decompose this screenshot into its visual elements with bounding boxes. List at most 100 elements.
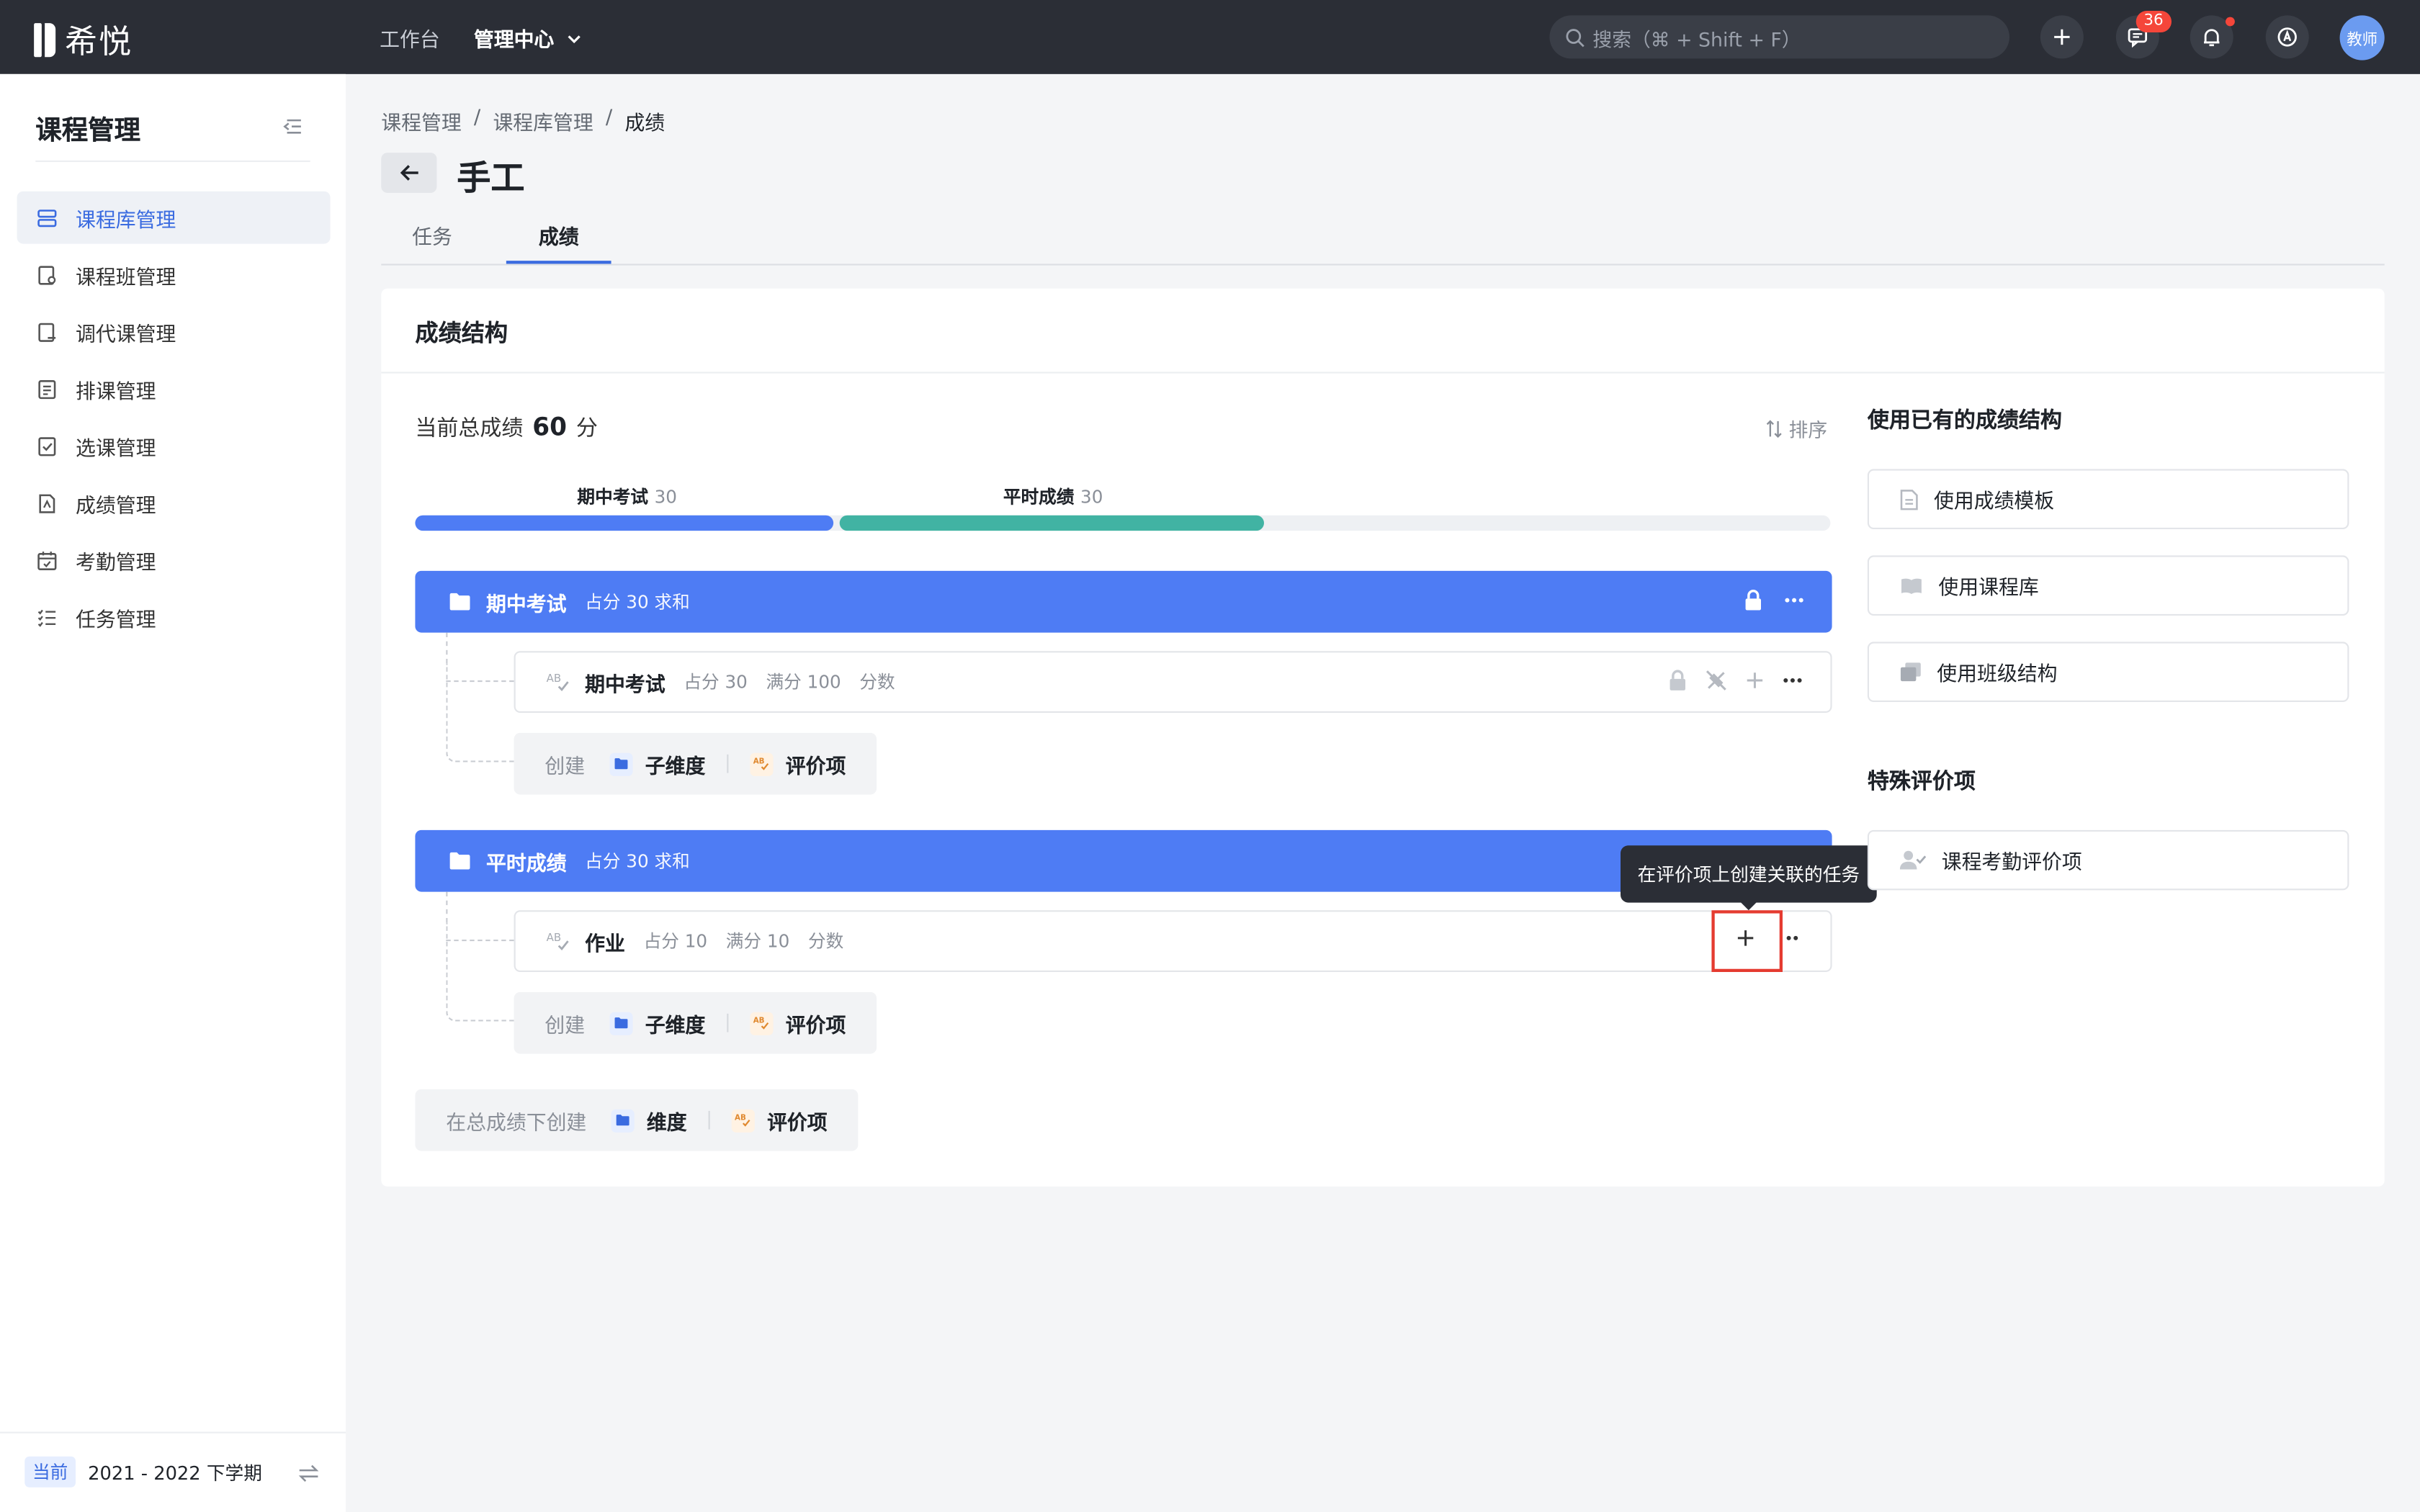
apps-button[interactable] bbox=[2265, 15, 2309, 59]
sidebar-item-grades[interactable]: 成绩管理 bbox=[17, 477, 331, 529]
lock-icon[interactable] bbox=[1744, 590, 1762, 611]
tab-tasks[interactable]: 任务 bbox=[412, 220, 452, 250]
eval-item-weight: 占分 30 bbox=[684, 671, 748, 693]
eval-item-row-homework[interactable]: AB 作业 占分 10 满分 10 分数 bbox=[514, 910, 1832, 972]
sidebar-divider bbox=[35, 160, 310, 162]
create-sub-dimension-button[interactable]: 子维度 bbox=[609, 1008, 705, 1038]
eval-item-name: 作业 bbox=[585, 932, 625, 956]
use-course-library-button[interactable]: 使用课程库 bbox=[1867, 555, 2349, 616]
dimension-row-midterm[interactable]: 期中考试 占分 30 求和 bbox=[415, 570, 1832, 633]
sidebar-collapse-button[interactable] bbox=[282, 112, 302, 142]
root-create-label: 在总成绩下创建 bbox=[446, 1111, 587, 1135]
use-grade-template-label: 使用成绩模板 bbox=[1934, 490, 2055, 514]
create-eval-item-button[interactable]: AB 评价项 bbox=[731, 1105, 828, 1135]
total-score-unit: 分 bbox=[575, 416, 598, 441]
course-attendance-eval-button[interactable]: 课程考勤评价项 bbox=[1867, 829, 2349, 891]
sidebar-item-attendance[interactable]: 考勤管理 bbox=[17, 534, 331, 586]
tree-line bbox=[446, 680, 514, 683]
avatar[interactable]: 教师 bbox=[2339, 15, 2385, 60]
card-divider bbox=[381, 372, 2385, 374]
score-bar-midterm bbox=[415, 515, 834, 531]
swap-icon bbox=[298, 1464, 319, 1482]
more-icon[interactable] bbox=[1784, 597, 1804, 603]
sidebar-item-tasks[interactable]: 任务管理 bbox=[17, 591, 331, 644]
search-placeholder: 搜索（⌘ + Shift + F） bbox=[1592, 27, 1801, 50]
library-icon bbox=[35, 207, 57, 228]
total-score-value: 60 bbox=[532, 412, 567, 441]
use-grade-template-button[interactable]: 使用成绩模板 bbox=[1867, 469, 2349, 529]
back-button[interactable] bbox=[381, 153, 437, 193]
svg-text:AB: AB bbox=[753, 757, 765, 766]
page-title: 手工 bbox=[457, 160, 525, 199]
create-eval-item-button[interactable]: AB 评价项 bbox=[750, 749, 846, 778]
tooltip-arrow bbox=[1739, 901, 1758, 911]
nav-workbench[interactable]: 工作台 bbox=[380, 23, 440, 53]
bar-label-name: 期中考试 bbox=[577, 486, 648, 508]
create-label: 创建 bbox=[544, 1014, 586, 1038]
create-sub-dimension-button[interactable]: 子维度 bbox=[609, 749, 705, 778]
more-icon[interactable] bbox=[1785, 935, 1799, 942]
breadcrumb: 课程管理 / 课程库管理 / 成绩 bbox=[381, 107, 665, 136]
bar-label-name: 平时成绩 bbox=[1003, 486, 1075, 508]
term-selector[interactable]: 当前 2021 - 2022 下学期 bbox=[24, 1456, 262, 1488]
breadcrumb-item[interactable]: 课程库管理 bbox=[493, 107, 593, 135]
breadcrumb-item[interactable]: 课程管理 bbox=[381, 107, 461, 135]
nav-admin-center[interactable]: 管理中心 bbox=[474, 23, 582, 53]
sidebar-item-course-class[interactable]: 课程班管理 bbox=[17, 248, 331, 301]
term-label: 2021 - 2022 下学期 bbox=[88, 1462, 262, 1484]
use-class-structure-button[interactable]: 使用班级结构 bbox=[1867, 642, 2349, 702]
nav-admin-center-label: 管理中心 bbox=[473, 29, 555, 53]
dimension-name: 期中考试 bbox=[486, 593, 567, 617]
ab-check-icon: AB bbox=[750, 1011, 774, 1035]
eval-item-row-midterm[interactable]: AB 期中考试 占分 30 满分 100 分数 bbox=[514, 651, 1832, 713]
tree-line bbox=[446, 891, 448, 923]
search-input[interactable]: 搜索（⌘ + Shift + F） bbox=[1549, 15, 2009, 59]
svg-text:AB: AB bbox=[753, 1017, 765, 1025]
create-sub-dimension-label: 子维度 bbox=[645, 1014, 706, 1038]
app-logo[interactable]: 希悦 bbox=[34, 17, 133, 63]
sort-label: 排序 bbox=[1788, 418, 1828, 441]
breadcrumb-separator: / bbox=[605, 106, 613, 130]
add-button[interactable] bbox=[2040, 15, 2084, 59]
folder-icon bbox=[609, 1011, 633, 1035]
sidebar-item-schedule[interactable]: 排课管理 bbox=[17, 363, 331, 415]
sort-button[interactable]: 排序 bbox=[1765, 413, 1827, 443]
sort-icon bbox=[1766, 419, 1782, 438]
sidebar-item-substitute[interactable]: 调代课管理 bbox=[17, 305, 331, 358]
eval-item-type: 分数 bbox=[859, 671, 895, 693]
bar-label-regular: 平时成绩 30 bbox=[1003, 485, 1103, 509]
schedule-icon bbox=[35, 378, 57, 400]
sidebar-item-label: 课程库管理 bbox=[76, 209, 176, 233]
create-eval-item-label: 评价项 bbox=[785, 1014, 846, 1038]
collapse-icon bbox=[283, 119, 301, 134]
lock-icon[interactable] bbox=[1668, 670, 1687, 691]
breadcrumb-current: 成绩 bbox=[624, 112, 666, 136]
tab-grades[interactable]: 成绩 bbox=[539, 220, 579, 250]
switch-term-button[interactable] bbox=[298, 1459, 320, 1489]
dimension-meta: 占分 30 求和 bbox=[585, 850, 690, 872]
tree-line bbox=[446, 663, 516, 762]
plus-icon[interactable] bbox=[1746, 671, 1765, 690]
chevron-down-icon bbox=[568, 35, 581, 43]
eval-item-full: 满分 10 bbox=[725, 930, 790, 953]
ab-check-icon: AB bbox=[547, 672, 569, 691]
create-dimension-button[interactable]: 维度 bbox=[611, 1105, 687, 1135]
sidebar-item-course-library[interactable]: 课程库管理 bbox=[17, 191, 331, 244]
sidebar-item-course-selection[interactable]: 选课管理 bbox=[17, 420, 331, 472]
unlink-icon[interactable] bbox=[1706, 670, 1727, 691]
create-eval-item-button[interactable]: AB 评价项 bbox=[750, 1008, 846, 1038]
grade-icon bbox=[35, 492, 57, 514]
create-row-regular: 创建 子维度 AB 评价项 bbox=[514, 991, 877, 1054]
ab-check-icon: AB bbox=[731, 1108, 755, 1132]
sidebar-item-label: 考勤管理 bbox=[76, 552, 156, 575]
bell-icon bbox=[2203, 29, 2220, 47]
more-icon[interactable] bbox=[1783, 678, 1803, 684]
plus-icon bbox=[2054, 29, 2070, 45]
task-list-icon bbox=[35, 606, 57, 628]
card-title: 成绩结构 bbox=[415, 319, 508, 348]
dimension-name: 平时成绩 bbox=[486, 852, 567, 876]
create-eval-item-label: 评价项 bbox=[767, 1111, 828, 1135]
tree-line bbox=[446, 632, 448, 664]
total-score: 当前总成绩 60 分 bbox=[415, 412, 597, 443]
dimension-row-regular[interactable]: 平时成绩 占分 30 求和 bbox=[415, 829, 1832, 892]
